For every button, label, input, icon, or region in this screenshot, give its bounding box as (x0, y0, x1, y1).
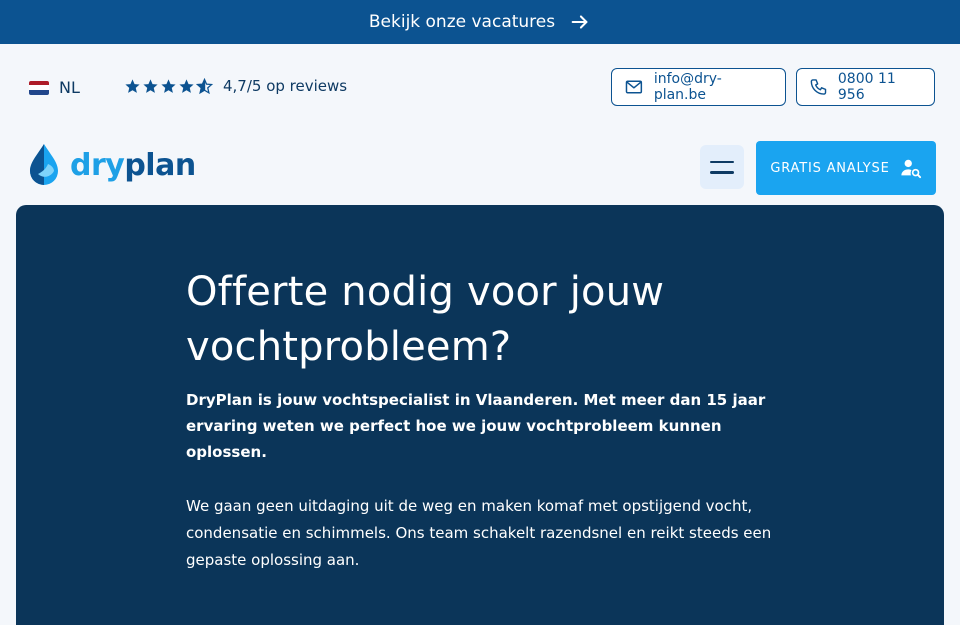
phone-label: 0800 11 956 (837, 71, 896, 103)
gratis-analyse-button[interactable]: GRATIS ANALYSE (756, 141, 936, 195)
email-label: info@dry-plan.be (653, 71, 722, 103)
vacatures-label: Bekijk onze vacatures (368, 12, 556, 32)
logo-wordmark: dryplan (70, 148, 196, 183)
logo-text-plan: plan (124, 147, 196, 183)
hero-section: Offerte nodig voor jouw vochtprobleem? D… (16, 205, 944, 625)
email-button[interactable]: info@dry-plan.be (611, 68, 786, 106)
water-drop-logo-icon (30, 144, 58, 185)
arrow-right-icon (571, 15, 588, 29)
star-icon (161, 78, 176, 93)
hero-lead: DryPlan is jouw vochtspecialist in Vlaan… (186, 391, 766, 461)
netherlands-flag-icon (29, 80, 49, 95)
star-icon (179, 78, 194, 93)
star-icon (125, 78, 140, 93)
logo-text-dry: dry (70, 147, 125, 183)
hero-title: Offerte nodig voor jouw vochtprobleem? (186, 269, 665, 370)
menu-line (710, 171, 734, 174)
main-header: dryplan GRATIS ANALYSE (0, 130, 960, 206)
hero-body: We gaan geen uitdaging uit de weg en mak… (186, 497, 772, 569)
dryplan-logo[interactable]: dryplan (26, 142, 196, 188)
hamburger-menu-button[interactable] (700, 145, 744, 189)
star-icon (143, 78, 158, 93)
menu-line (710, 160, 734, 163)
phone-button[interactable]: 0800 11 956 (796, 68, 935, 106)
utility-bar: NL 4,7/5 op reviews info@dry-plan.be 080… (0, 44, 960, 130)
phone-icon (810, 79, 827, 95)
half-star-icon (196, 77, 213, 94)
vacatures-banner[interactable]: Bekijk onze vacatures (0, 0, 960, 44)
review-rating: 4,7/5 op reviews (124, 77, 347, 95)
language-selector[interactable]: NL (29, 78, 80, 97)
rating-stars (124, 77, 213, 95)
cta-label: GRATIS ANALYSE (770, 160, 890, 176)
language-code: NL (59, 78, 80, 97)
hero-content: Offerte nodig voor jouw vochtprobleem? D… (186, 265, 776, 574)
user-search-icon (901, 159, 921, 179)
rating-text: 4,7/5 op reviews (223, 77, 348, 95)
mail-icon (625, 80, 643, 94)
